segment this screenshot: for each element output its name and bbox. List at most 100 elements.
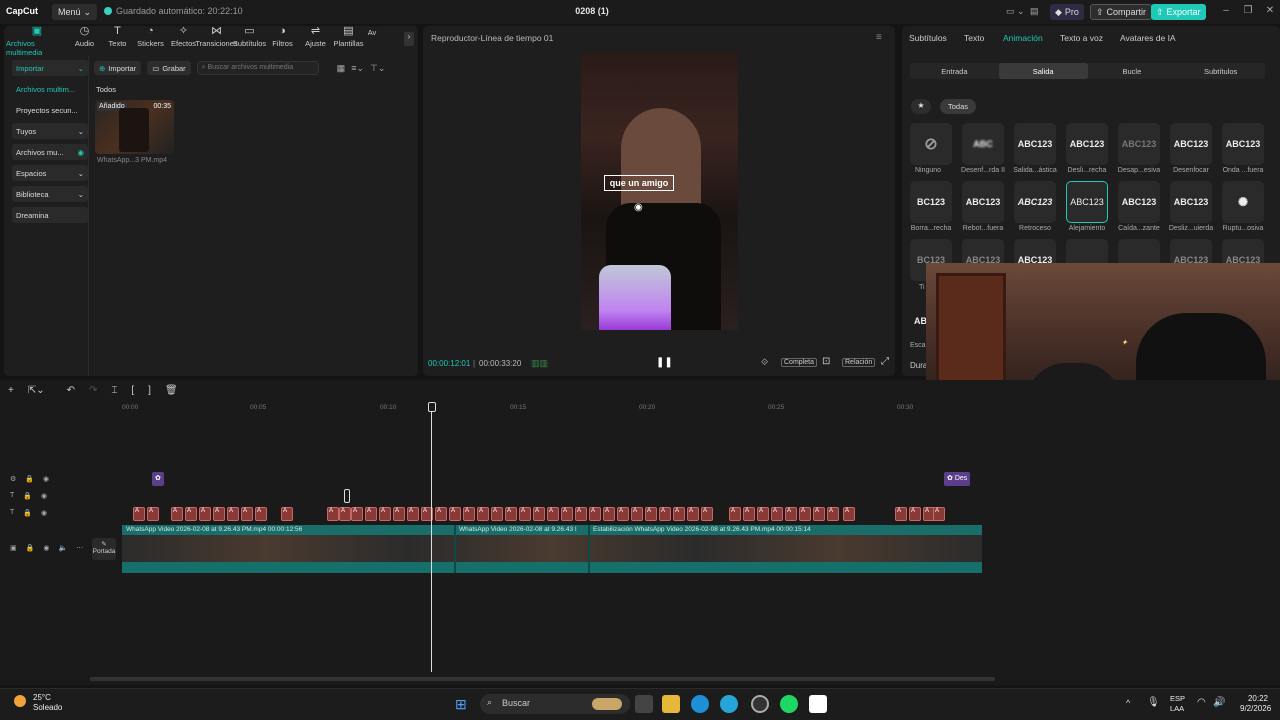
cover-button[interactable]: ✎ Portada	[92, 538, 116, 560]
anim-item[interactable]: ABC123	[1118, 181, 1160, 223]
filter-all-chip[interactable]: Todas	[940, 99, 976, 114]
anim-item[interactable]: BC123	[910, 181, 952, 223]
eye-icon[interactable]: ◉	[43, 544, 49, 552]
caption-clip[interactable]: A	[843, 507, 855, 521]
caption-clip[interactable]: A	[339, 507, 351, 521]
caption-clip[interactable]: A	[393, 507, 405, 521]
anim-item[interactable]: ABC	[962, 123, 1004, 165]
caption-clip[interactable]: A	[547, 507, 559, 521]
anim-item[interactable]: ABC123	[1170, 181, 1212, 223]
sidebar-item-library[interactable]: Biblioteca ⌄	[12, 186, 88, 202]
caption-clip[interactable]: A	[645, 507, 657, 521]
export-button[interactable]: ⇧ Exportar	[1151, 4, 1206, 20]
tab-templates[interactable]: ▤ Plantillas	[332, 26, 365, 52]
sidebar-item-files[interactable]: Archivos mu... ◉	[12, 144, 88, 160]
caption-clip[interactable]: A	[449, 507, 461, 521]
import-button[interactable]: ⊕ Importar	[94, 61, 142, 75]
tab-adjust[interactable]: ⇌ Ajuste	[299, 26, 332, 52]
caption-text-box[interactable]: que un amigo	[604, 175, 674, 191]
tab-avatar[interactable]: Av	[365, 26, 379, 52]
caption-clip[interactable]: A	[701, 507, 713, 521]
tab-transitions[interactable]: ⋈ Transiciones	[195, 26, 237, 52]
microphone-icon[interactable]: 🎙	[1147, 697, 1160, 708]
record-button[interactable]: ▭ Grabar	[147, 61, 191, 75]
lock-icon[interactable]: 🔒	[26, 544, 35, 552]
rotate-handle-icon[interactable]: ◉	[634, 202, 643, 213]
tab-text-to-speech[interactable]: Texto a voz	[1060, 33, 1103, 43]
share-button[interactable]: ⇪ Compartir	[1090, 4, 1153, 20]
caption-clip[interactable]: A	[477, 507, 489, 521]
trim-left-icon[interactable]: [	[131, 385, 134, 396]
caption-clip[interactable]: A	[575, 507, 587, 521]
spotify-icon[interactable]	[780, 695, 798, 713]
tab-text-props[interactable]: Texto	[964, 33, 984, 43]
windows-start-icon[interactable]: ⊞	[455, 696, 467, 713]
eye-icon[interactable]: ◉	[43, 475, 49, 483]
caption-clip[interactable]: A	[799, 507, 811, 521]
caption-clip[interactable]: A	[147, 507, 159, 521]
caption-clip[interactable]: A	[407, 507, 419, 521]
add-track-icon[interactable]: +	[8, 385, 14, 396]
expand-icon[interactable]: ⤢	[881, 356, 889, 367]
caption-clip[interactable]: A	[463, 507, 475, 521]
sort-icon[interactable]: ≡⌄	[351, 63, 364, 74]
trim-right-icon[interactable]: ]	[148, 385, 151, 396]
anim-none[interactable]: ⊘	[910, 123, 952, 165]
undo-icon[interactable]: ↶	[67, 385, 75, 396]
caption-clip[interactable]: A	[281, 507, 293, 521]
caption-clip[interactable]: A	[933, 507, 945, 521]
anim-item[interactable]: ABC123	[1066, 123, 1108, 165]
tab-audio[interactable]: ◷ Audio	[68, 26, 101, 52]
task-view-icon[interactable]	[635, 695, 653, 713]
video-preview[interactable]	[581, 53, 738, 330]
player-menu-icon[interactable]: ≡	[876, 32, 882, 43]
tab-ai-avatars[interactable]: Avatares de IA	[1120, 33, 1176, 43]
edge-dev-icon[interactable]	[720, 695, 738, 713]
tab-subtitles-props[interactable]: Subtítulos	[909, 33, 947, 43]
playhead-handle[interactable]	[428, 402, 436, 412]
caption-clip[interactable]: A	[213, 507, 225, 521]
minimize-icon[interactable]: –	[1219, 5, 1233, 19]
eye-icon[interactable]: ◉	[41, 492, 47, 500]
media-search-input[interactable]: ⌕ Buscar archivos multimedia	[196, 61, 319, 75]
favorites-star-icon[interactable]: ★	[911, 99, 931, 114]
caption-clip[interactable]: A	[491, 507, 503, 521]
subtab-captions[interactable]: Subtítulos	[1176, 63, 1265, 79]
caption-clip[interactable]: A	[379, 507, 391, 521]
crop-icon[interactable]: ⟐	[761, 357, 768, 368]
caption-clip[interactable]: A	[757, 507, 769, 521]
wifi-icon[interactable]: ◠	[1197, 697, 1206, 708]
lock-icon[interactable]: 🔒	[25, 475, 34, 483]
media-item-thumbnail[interactable]: Añadido 00:35	[95, 100, 174, 154]
caption-clip[interactable]: A	[241, 507, 253, 521]
caption-clip[interactable]: A	[227, 507, 239, 521]
caption-clip[interactable]: A	[687, 507, 699, 521]
sidebar-item-spaces[interactable]: Espacios ⌄	[12, 165, 88, 181]
more-icon[interactable]: ⋯	[76, 544, 83, 552]
volume-icon[interactable]: 🔈	[58, 544, 67, 552]
caption-clip[interactable]: A	[659, 507, 671, 521]
tab-filters[interactable]: ◑ Filtros	[266, 26, 299, 52]
caption-clip[interactable]: A	[561, 507, 573, 521]
caption-clip[interactable]: A	[435, 507, 447, 521]
sidebar-item-media[interactable]: Archivos multim...	[12, 81, 88, 97]
caption-clip[interactable]: A	[729, 507, 741, 521]
caption-clip[interactable]: A	[185, 507, 197, 521]
caption-clip[interactable]: A	[171, 507, 183, 521]
anim-item-selected[interactable]: ABC123	[1066, 181, 1108, 223]
maximize-icon[interactable]: ❐	[1241, 5, 1255, 19]
caption-clip[interactable]: A	[785, 507, 797, 521]
anim-item[interactable]: ABC123	[1118, 123, 1160, 165]
capcut-icon[interactable]	[809, 695, 827, 713]
close-icon[interactable]: ✕	[1263, 5, 1277, 19]
redo-icon[interactable]: ↷	[89, 385, 97, 396]
grid-view-icon[interactable]: ▦	[337, 63, 346, 74]
edge-icon[interactable]	[691, 695, 709, 713]
tab-text[interactable]: T Texto	[101, 26, 134, 52]
shortcuts-icon[interactable]: ▤	[1030, 6, 1039, 17]
caption-clip[interactable]: A	[365, 507, 377, 521]
tab-subtitles[interactable]: ▭ Subtítulos	[233, 26, 266, 52]
tab-stickers[interactable]: ◔ Stickers	[134, 26, 167, 52]
sidebar-item-projects[interactable]: Proyectos secun...	[12, 102, 88, 118]
caption-clip[interactable]: A	[771, 507, 783, 521]
